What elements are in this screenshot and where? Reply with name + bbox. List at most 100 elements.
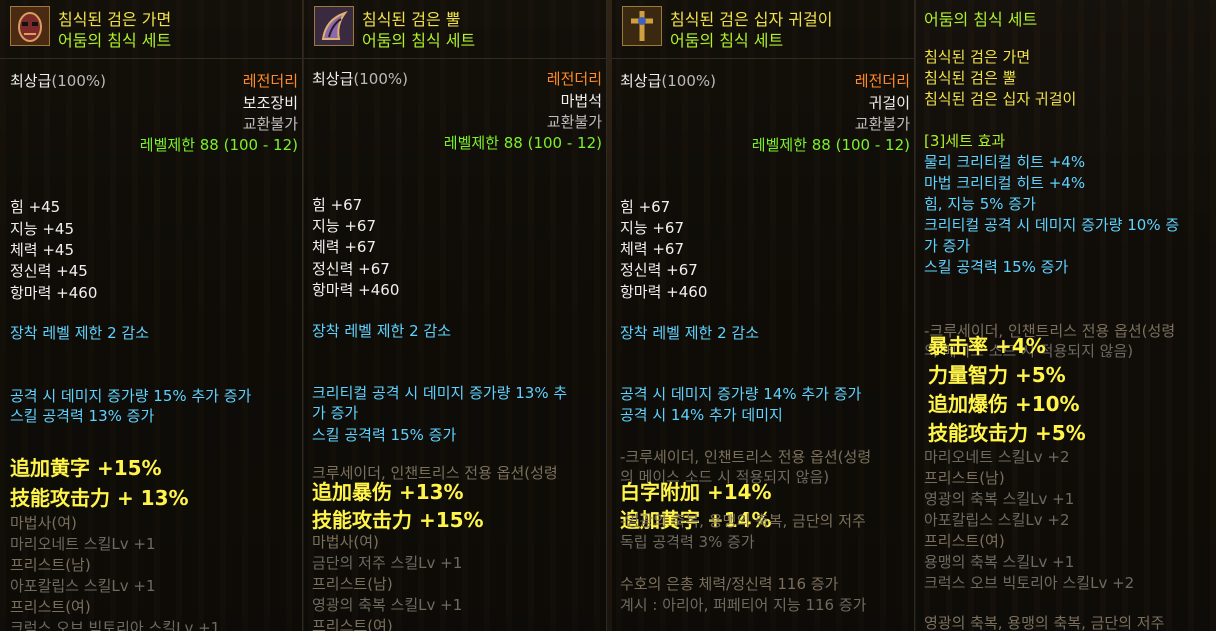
annotation-note: 白字附加 +14%	[620, 480, 772, 504]
faded-text: 크럭스 오브 빅토리아 스킬Lv +1	[10, 619, 221, 631]
equip-level-reduction: 장착 레벨 제한 2 감소	[620, 324, 760, 342]
annotation-note: 追加黄字 +15%	[10, 456, 162, 480]
item-set-name: 어둠의 침식 세트	[362, 31, 476, 50]
item-set-name: 어둠의 침식 세트	[58, 31, 172, 50]
set-effect-line: 물리 크리티컬 히트 +4%	[924, 153, 1086, 171]
set-title: 어둠의 침식 세트	[924, 10, 1038, 29]
option-line: 공격 시 14% 추가 데미지	[620, 406, 783, 424]
faded-text: 금단의 저주 스킬Lv +1	[312, 554, 463, 572]
annotation-note: 暴击率 +4%	[928, 334, 1046, 358]
annotation-note: 追加暴伤 +13%	[312, 480, 464, 504]
option-line: 크리티컬 공격 시 데미지 증가량 13% 추	[312, 384, 568, 402]
set-effect-line: 마법 크리티컬 히트 +4%	[924, 174, 1086, 192]
stat-int: 지능 +45	[10, 220, 75, 238]
set-member: 침식된 검은 가면	[924, 48, 1031, 66]
tooltip-header: 침식된 검은 뿔 어둠의 침식 세트	[304, 0, 606, 58]
item-type: 보조장비	[242, 94, 298, 112]
annotation-note: 技能攻击力 +15%	[312, 508, 484, 532]
set-member: 침식된 검은 뿔	[924, 69, 1017, 87]
stat-str: 힘 +45	[10, 198, 61, 216]
stat-vit: 체력 +67	[312, 238, 377, 256]
stat-vit: 체력 +45	[10, 241, 75, 259]
faded-text: 프리스트(여)	[312, 617, 393, 631]
item-set-name: 어둠의 침식 세트	[670, 31, 784, 50]
option-line: 가 증가	[312, 404, 359, 422]
faded-text: 마리오네트 스킬Lv +1	[10, 535, 156, 553]
stat-str: 힘 +67	[312, 196, 363, 214]
faded-text: -크루세이더, 인챈트리스 전용 옵션(성령	[620, 448, 872, 466]
item-rarity: 레전더리	[546, 70, 602, 88]
faded-text: 프리스트(남)	[10, 556, 91, 574]
faded-text: 독립 공격력 3% 증가	[620, 533, 755, 551]
cross-earring-icon	[622, 6, 662, 46]
item-tooltip-horn: 침식된 검은 뿔 어둠의 침식 세트 최상급(100%) 레전더리 마법석 교환…	[304, 0, 607, 631]
faded-text: 영광의 축복, 용맹의 축복, 금단의 저주	[924, 614, 1165, 631]
annotation-note: 追加爆伤 +10%	[928, 392, 1080, 416]
item-rarity: 레전더리	[242, 72, 298, 90]
item-level-limit: 레벨제한 88 (100 - 12)	[139, 136, 298, 154]
item-grade: 최상급(100%)	[620, 72, 716, 90]
faded-text: 마리오네트 스킬Lv +2	[924, 448, 1070, 466]
tooltip-header: 침식된 검은 십자 귀걸이 어둠의 침식 세트	[612, 0, 914, 58]
option-line: 스킬 공격력 15% 증가	[312, 426, 457, 444]
stat-vit: 체력 +67	[620, 240, 685, 258]
faded-text: 용맹의 축복 스킬Lv +1	[924, 553, 1075, 571]
faded-text: -영광의 축복, 용맹의 축복, 금단의 저주	[620, 512, 866, 530]
item-tooltip-earring: 침식된 검은 십자 귀걸이 어둠의 침식 세트 최상급(100%) 레전더리 귀…	[612, 0, 915, 631]
faded-text: 크럭스 오브 빅토리아 스킬Lv +2	[924, 574, 1135, 592]
option-line: 공격 시 데미지 증가량 14% 추가 증가	[620, 385, 862, 403]
set-info-tooltip: 어둠의 침식 세트 침식된 검은 가면 침식된 검은 뿔 침식된 검은 십자 귀…	[916, 0, 1216, 631]
faded-text: 프리스트(남)	[312, 575, 393, 593]
faded-text: 마법사(여)	[10, 514, 77, 532]
item-trade: 교환불가	[546, 113, 602, 131]
faded-text: 프리스트(여)	[10, 598, 91, 616]
item-grade: 최상급(100%)	[312, 70, 408, 88]
annotation-note: 力量智力 +5%	[928, 363, 1066, 387]
item-grade: 최상급(100%)	[10, 72, 106, 90]
item-type: 마법석	[560, 92, 602, 110]
stat-spr: 정신력 +67	[620, 261, 698, 279]
faded-text: 아포칼립스 스킬Lv +2	[924, 511, 1070, 529]
stat-resist: 항마력 +460	[10, 284, 98, 302]
set-effect-title: [3]세트 효과	[924, 132, 1006, 150]
divider	[0, 58, 302, 59]
divider	[304, 58, 606, 59]
item-trade: 교환불가	[242, 115, 298, 133]
set-effect-line: 힘, 지능 5% 증가	[924, 195, 1036, 213]
stat-int: 지능 +67	[620, 219, 685, 237]
divider	[612, 58, 914, 59]
equip-level-reduction: 장착 레벨 제한 2 감소	[10, 324, 150, 342]
item-level-limit: 레벨제한 88 (100 - 12)	[443, 134, 602, 152]
stat-int: 지능 +67	[312, 217, 377, 235]
option-line: 스킬 공격력 13% 증가	[10, 407, 155, 425]
faded-text: 영광의 축복 스킬Lv +1	[312, 596, 463, 614]
horn-icon	[314, 6, 354, 46]
annotation-note: 技能攻击力 + 13%	[10, 486, 189, 510]
stat-spr: 정신력 +45	[10, 262, 88, 280]
option-line: 공격 시 데미지 증가량 15% 추가 증가	[10, 387, 252, 405]
stat-str: 힘 +67	[620, 198, 671, 216]
annotation-note: 技能攻击力 +5%	[928, 421, 1086, 445]
mask-icon	[10, 6, 50, 46]
equip-level-reduction: 장착 레벨 제한 2 감소	[312, 322, 452, 340]
set-effect-line: 가 증가	[924, 237, 971, 255]
tooltip-header: 침식된 검은 가면 어둠의 침식 세트	[0, 0, 302, 58]
stat-resist: 항마력 +460	[620, 283, 708, 301]
item-level-limit: 레벨제한 88 (100 - 12)	[751, 136, 910, 154]
stat-spr: 정신력 +67	[312, 260, 390, 278]
item-type: 귀걸이	[868, 94, 910, 112]
faded-text: 마법사(여)	[312, 533, 379, 551]
set-member: 침식된 검은 십자 귀걸이	[924, 90, 1077, 108]
faded-text: 계시 : 아리아, 퍼페티어 지능 116 증가	[620, 596, 867, 614]
set-effect-line: 스킬 공격력 15% 증가	[924, 258, 1069, 276]
faded-text: 수호의 은총 체력/정신력 116 증가	[620, 575, 839, 593]
item-rarity: 레전더리	[854, 72, 910, 90]
item-trade: 교환불가	[854, 115, 910, 133]
stat-resist: 항마력 +460	[312, 281, 400, 299]
faded-text: 아포칼립스 스킬Lv +1	[10, 577, 156, 595]
faded-text: 영광의 축복 스킬Lv +1	[924, 490, 1075, 508]
set-effect-line: 크리티컬 공격 시 데미지 증가량 10% 증	[924, 216, 1180, 234]
faded-text: 프리스트(여)	[924, 532, 1005, 550]
faded-text: 프리스트(남)	[924, 469, 1005, 487]
item-tooltip-mask: 침식된 검은 가면 어둠의 침식 세트 최상급(100%) 레전더리 보조장비 …	[0, 0, 303, 631]
